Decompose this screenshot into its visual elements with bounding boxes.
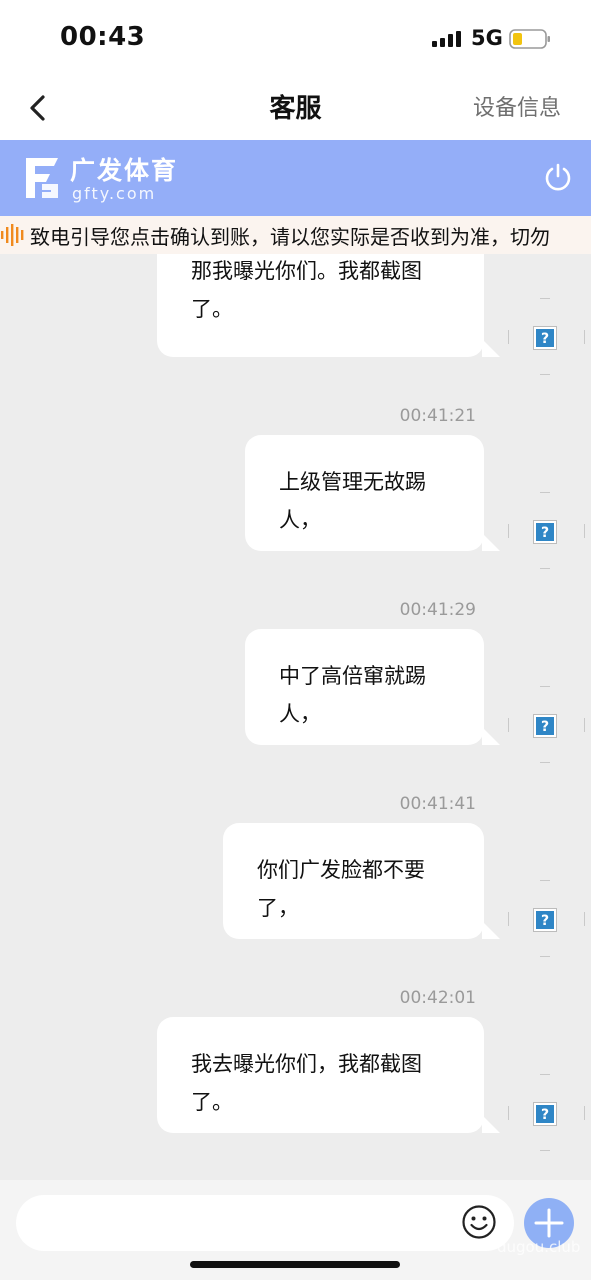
svg-text:?: ? (541, 525, 549, 541)
message-text: 那我曝光你们。我都截图了。 (191, 259, 422, 321)
bubble-tail (482, 727, 500, 745)
signal-icon (432, 31, 461, 47)
bubble-tail (482, 1115, 500, 1133)
battery-icon (509, 29, 550, 49)
question-icon[interactable]: ? (533, 908, 557, 932)
speaker-wave-icon (1, 224, 24, 246)
question-icon[interactable]: ? (533, 326, 557, 350)
emoji-icon[interactable] (461, 1204, 497, 1240)
nav-bar: 客服 设备信息 (0, 78, 591, 140)
bubble-tail (482, 921, 500, 939)
bubble-tail (482, 533, 500, 551)
question-icon[interactable]: ? (533, 1102, 557, 1126)
status-bar: 00:43 5G (0, 0, 591, 78)
svg-text:?: ? (541, 719, 549, 735)
svg-text:?: ? (541, 331, 549, 347)
message-text: 中了高倍窜就踢人， (279, 664, 426, 726)
brand-name: 广发体育 (70, 156, 179, 185)
message-text: 我去曝光你们，我都截图了。 (191, 1052, 422, 1114)
chat-bubble[interactable]: 我去曝光你们，我都截图了。 (157, 1017, 500, 1133)
home-indicator (190, 1261, 400, 1268)
network-type: 5G (471, 26, 503, 50)
message-timestamp: 00:42:01 (399, 988, 476, 1008)
chat-bubble[interactable]: 你们广发脸都不要了， (223, 823, 500, 939)
brand-banner: 广发体育 gfty.com (0, 140, 591, 216)
chat-bubble[interactable]: 上级管理无故踢人， (245, 435, 500, 551)
message-input[interactable] (16, 1195, 514, 1251)
notice-text: 致电引导您点击确认到账，请以您实际是否收到为准，切勿 (30, 225, 550, 249)
device-info-button[interactable]: 设备信息 (473, 90, 561, 122)
brand-logo-icon (26, 158, 58, 198)
svg-text:?: ? (541, 1107, 549, 1123)
question-icon[interactable]: ? (533, 520, 557, 544)
message-timestamp: 00:41:21 (399, 406, 476, 426)
chat-bubble[interactable]: 那我曝光你们。我都截图了。 (157, 254, 500, 357)
brand-domain: gfty.com (72, 184, 157, 203)
chat-bubble[interactable]: 中了高倍窜就踢人， (245, 629, 500, 745)
message-timestamp: 00:41:29 (399, 600, 476, 620)
watermark-text: dugou.club (497, 1238, 581, 1256)
question-icon[interactable]: ? (533, 714, 557, 738)
status-time: 00:43 (60, 22, 146, 52)
svg-text:?: ? (541, 913, 549, 929)
chat-area[interactable]: 那我曝光你们。我都截图了。 ? 00:41:21 上级管理无故踢人， ? 00:… (0, 254, 591, 1180)
message-timestamp: 00:41:41 (399, 794, 476, 814)
message-text: 上级管理无故踢人， (279, 470, 426, 532)
bubble-tail (482, 339, 500, 357)
message-text: 你们广发脸都不要了， (257, 858, 425, 920)
notice-marquee: 致电引导您点击确认到账，请以您实际是否收到为准，切勿 (0, 216, 591, 254)
power-icon[interactable] (543, 162, 573, 192)
